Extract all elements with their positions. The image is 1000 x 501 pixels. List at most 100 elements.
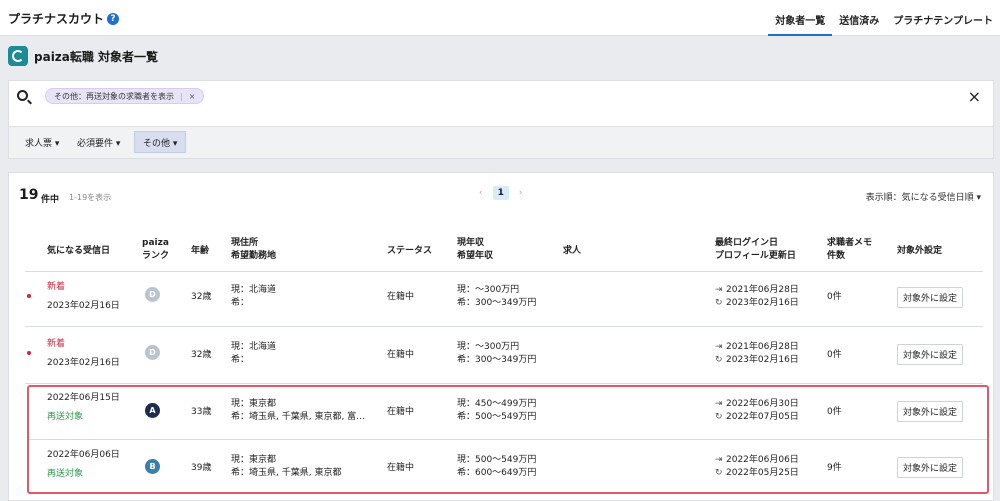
login-icon: ⇥ xyxy=(715,399,723,409)
col-salary[interactable]: 現年収 希望年収 xyxy=(457,237,493,263)
chip-divider: | xyxy=(180,91,183,101)
row-updated-date: 2022年05月25日 xyxy=(726,468,799,478)
row-salary-now: 現：500〜549万円 xyxy=(457,455,537,465)
rank-badge: D xyxy=(145,345,160,360)
row-tag: 新着 xyxy=(47,339,66,349)
header-divider xyxy=(25,271,983,272)
row-login-date: 2021年06月28日 xyxy=(726,342,799,352)
row-location-want: 希： xyxy=(231,355,250,365)
row-divider xyxy=(29,439,987,440)
col-salary-line1: 現年収 xyxy=(457,238,485,248)
top-bar: プラチナスカウト ? 対象者一覧 送信済み プラチナテンプレート xyxy=(0,0,1000,36)
col-memo[interactable]: 求職者メモ 件数 xyxy=(827,237,872,263)
current-page[interactable]: 1 xyxy=(492,186,509,200)
row-status: 在籍中 xyxy=(387,350,415,360)
exclude-button[interactable]: 対象外に設定 xyxy=(897,344,963,365)
row-salary-want: 希：300〜349万円 xyxy=(457,355,537,365)
login-icon: ⇥ xyxy=(715,455,723,465)
row-login: ⇥ 2022年06月06日 xyxy=(715,454,799,467)
col-memo-line1: 求職者メモ xyxy=(827,238,873,248)
row-login: ⇥ 2022年06月30日 xyxy=(715,398,799,411)
row-updated: ↻ 2023年02月16日 xyxy=(715,354,799,367)
row-memo-count: 0件 xyxy=(827,350,842,360)
row-status: 在籍中 xyxy=(387,463,415,473)
row-status: 在籍中 xyxy=(387,292,415,302)
row-date: 2023年02月16日 xyxy=(47,301,120,311)
col-login-line1: 最終ログイン日 xyxy=(715,238,779,248)
col-location-line2: 希望勤務地 xyxy=(231,251,277,261)
row-location-now: 現：東京都 xyxy=(231,399,277,409)
row-updated-date: 2022年07月05日 xyxy=(726,412,799,422)
row-divider xyxy=(25,326,983,327)
filter-bar: 求人票 ▾ 必須要件 ▾ その他 ▾ xyxy=(8,127,994,159)
refresh-icon: ↻ xyxy=(715,468,723,478)
page-header: paiza転職 対象者一覧 xyxy=(8,46,158,66)
col-salary-line2: 希望年収 xyxy=(457,251,494,261)
row-date: 2022年06月15日 xyxy=(47,393,120,403)
filter-chip[interactable]: その他：再送対象の求職者を表示 | × xyxy=(45,88,205,104)
exclude-button[interactable]: 対象外に設定 xyxy=(897,401,963,422)
col-job[interactable]: 求人 xyxy=(563,245,581,258)
row-status: 在籍中 xyxy=(387,407,415,417)
sort-select[interactable]: 表示順：気になる受信日順 ▾ xyxy=(866,190,981,203)
prev-page-icon[interactable]: ‹ xyxy=(479,188,483,198)
row-location-want: 希：埼玉県, 千葉県, 東京都 xyxy=(231,468,342,478)
exclude-button[interactable]: 対象外に設定 xyxy=(897,287,963,308)
row-login: ⇥ 2021年06月28日 xyxy=(715,341,799,354)
col-age[interactable]: 年齢 xyxy=(191,245,209,258)
pagination: ‹ 1 › xyxy=(479,186,522,200)
login-icon: ⇥ xyxy=(715,285,723,295)
row-login-date: 2021年06月28日 xyxy=(726,285,799,295)
search-icon[interactable] xyxy=(17,90,28,101)
login-icon: ⇥ xyxy=(715,342,723,352)
filter-job-posting[interactable]: 求人票 ▾ xyxy=(25,136,59,149)
filter-requirements[interactable]: 必須要件 ▾ xyxy=(77,136,120,149)
top-nav: 対象者一覧 送信済み プラチナテンプレート xyxy=(768,0,1000,36)
col-exclude[interactable]: 対象外設定 xyxy=(897,245,942,258)
brand-title: プラチナスカウト xyxy=(8,12,105,26)
nav-sent[interactable]: 送信済み xyxy=(832,0,886,36)
result-count-unit: 件中 xyxy=(41,195,60,205)
row-memo-count: 9件 xyxy=(827,463,842,473)
row-age: 33歳 xyxy=(191,407,212,417)
row-updated: ↻ 2022年07月05日 xyxy=(715,411,799,424)
col-status[interactable]: ステータス xyxy=(387,245,432,258)
new-indicator-dot xyxy=(27,294,31,298)
row-location-want: 希： xyxy=(231,298,250,308)
row-memo-count: 0件 xyxy=(827,407,842,417)
chip-remove-icon[interactable]: × xyxy=(189,92,196,101)
col-location[interactable]: 現住所 希望勤務地 xyxy=(231,237,276,263)
row-age: 32歳 xyxy=(191,350,212,360)
nav-platinum-template[interactable]: プラチナテンプレート xyxy=(886,0,1000,36)
rank-badge: A xyxy=(145,403,160,418)
exclude-button[interactable]: 対象外に設定 xyxy=(897,457,963,478)
row-salary-now: 現：450〜499万円 xyxy=(457,399,537,409)
row-tag: 再送対象 xyxy=(47,412,84,422)
refresh-icon: ↻ xyxy=(715,298,723,308)
row-salary-now: 現：〜300万円 xyxy=(457,285,520,295)
col-rank[interactable]: paiza ランク xyxy=(142,237,169,263)
close-icon[interactable]: × xyxy=(968,87,981,106)
brand: プラチナスカウト ? xyxy=(8,10,120,27)
result-count: 19 xyxy=(19,187,39,203)
refresh-icon: ↻ xyxy=(715,412,723,422)
paiza-logo-icon xyxy=(8,46,28,66)
next-page-icon[interactable]: › xyxy=(519,188,523,198)
row-salary-want: 希：600〜649万円 xyxy=(457,468,537,478)
col-received[interactable]: 気になる受信日 xyxy=(47,245,110,258)
rank-badge: D xyxy=(145,287,160,302)
row-salary-want: 希：300〜349万円 xyxy=(457,298,537,308)
help-icon[interactable]: ? xyxy=(107,12,120,25)
filter-other[interactable]: その他 ▾ xyxy=(134,131,187,153)
row-updated-date: 2023年02月16日 xyxy=(726,298,799,308)
row-age: 39歳 xyxy=(191,463,212,473)
row-age: 32歳 xyxy=(191,292,212,302)
col-rank-line2: ランク xyxy=(142,251,170,261)
result-range: 1-19を表示 xyxy=(69,193,112,202)
row-updated: ↻ 2023年02月16日 xyxy=(715,297,799,310)
nav-target-list[interactable]: 対象者一覧 xyxy=(768,0,833,36)
col-login-line2: プロフィール更新日 xyxy=(715,251,796,261)
col-login[interactable]: 最終ログイン日プロフィール更新日 xyxy=(715,237,796,263)
row-tag: 再送対象 xyxy=(47,469,84,479)
row-date: 2022年06月06日 xyxy=(47,450,120,460)
